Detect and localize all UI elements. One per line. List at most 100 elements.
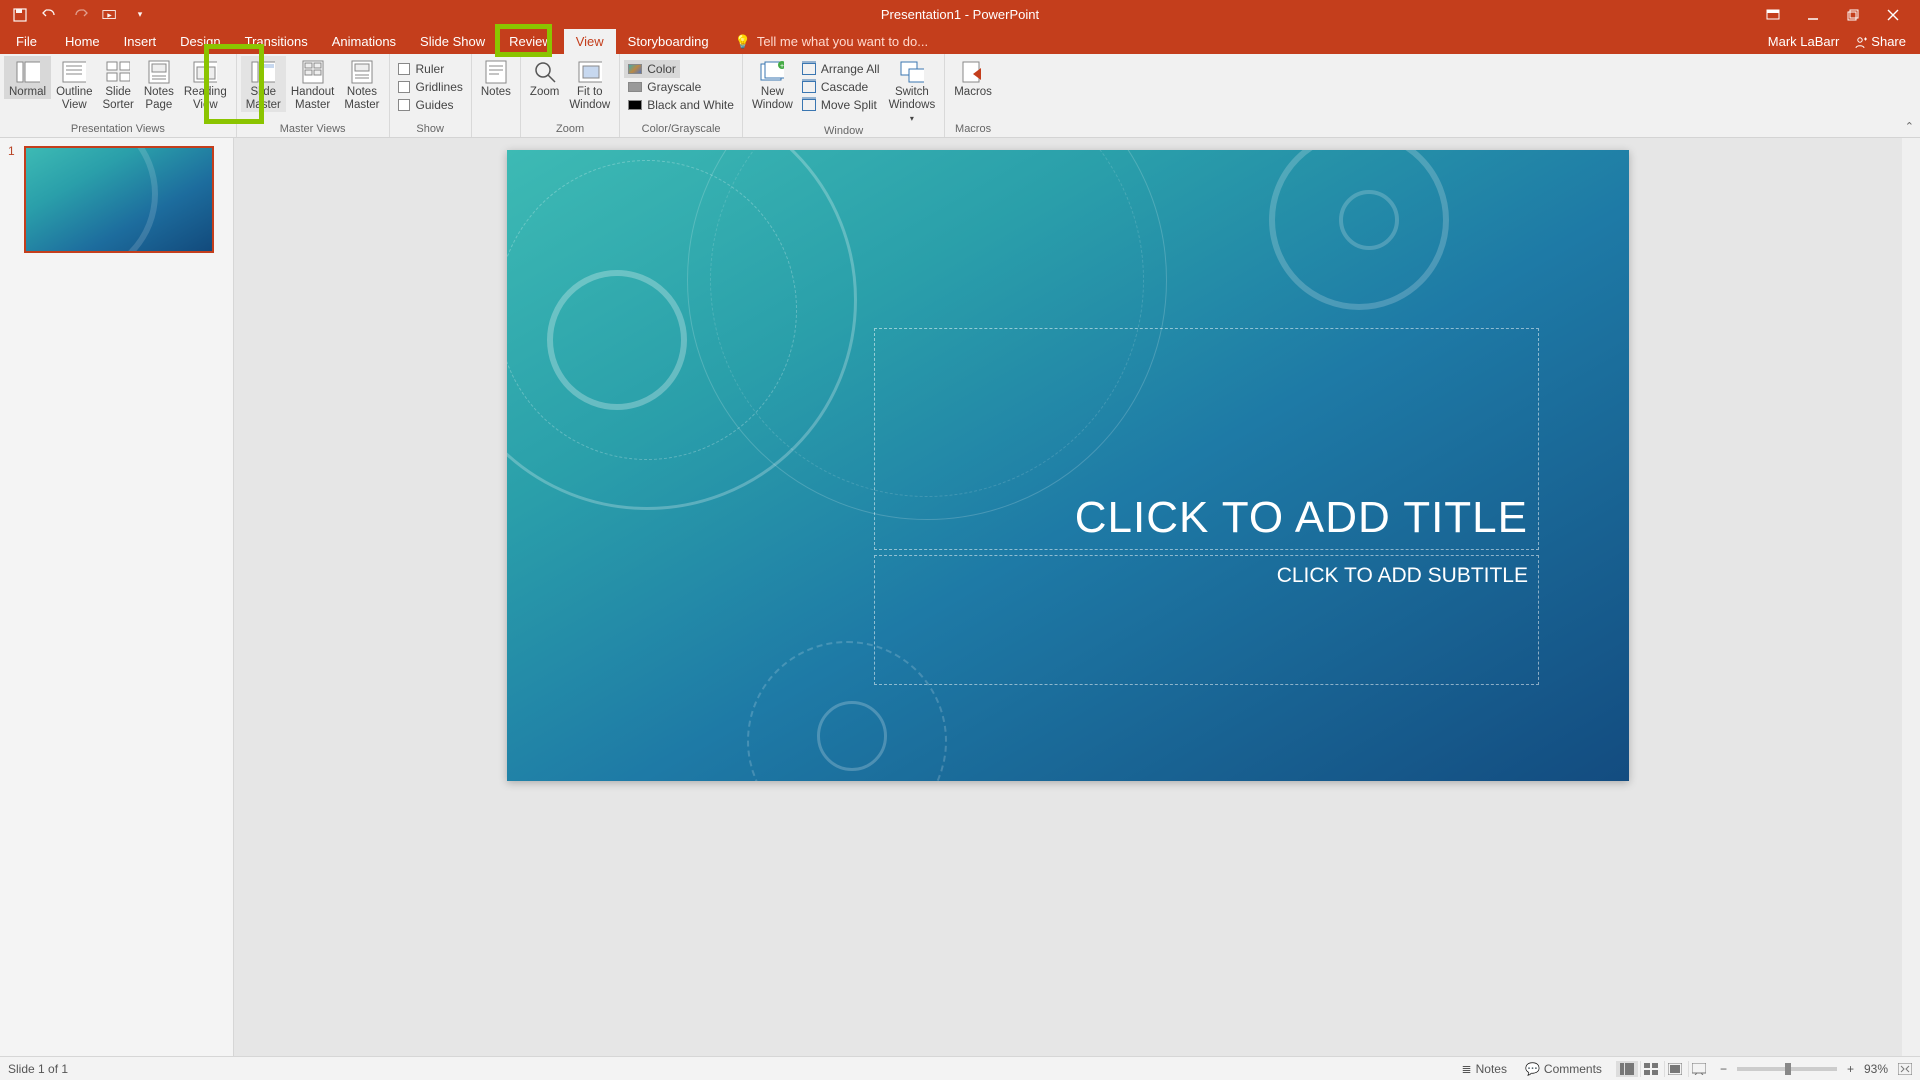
group-label-macros: Macros bbox=[949, 123, 997, 137]
group-label-zoom: Zoom bbox=[525, 123, 615, 137]
minimize-icon[interactable] bbox=[1804, 6, 1822, 24]
checkbox-icon bbox=[398, 81, 410, 93]
cascade-button[interactable]: Cascade bbox=[798, 78, 884, 96]
tab-design[interactable]: Design bbox=[168, 29, 232, 54]
fit-to-window-button[interactable]: Fit to Window bbox=[564, 56, 615, 112]
normal-view-icon bbox=[16, 60, 40, 84]
zoom-in-button[interactable]: + bbox=[1847, 1062, 1854, 1076]
slideshow-status-icon[interactable] bbox=[1688, 1061, 1710, 1077]
redo-icon[interactable] bbox=[72, 7, 88, 23]
normal-view-status-icon[interactable] bbox=[1616, 1061, 1638, 1077]
slide-canvas-area[interactable]: CLICK TO ADD TITLE CLICK TO ADD SUBTITLE bbox=[234, 138, 1902, 1056]
tab-review[interactable]: Review bbox=[497, 29, 564, 54]
tab-slideshow[interactable]: Slide Show bbox=[408, 29, 497, 54]
group-notes: Notes bbox=[472, 54, 521, 137]
slideshow-from-start-icon[interactable] bbox=[102, 7, 118, 23]
ribbon-tabs: File Home Insert Design Transitions Anim… bbox=[0, 29, 1920, 54]
tab-home[interactable]: Home bbox=[53, 29, 112, 54]
subtitle-placeholder-text: CLICK TO ADD SUBTITLE bbox=[1277, 564, 1528, 588]
window-title: Presentation1 - PowerPoint bbox=[881, 7, 1039, 22]
qat-dropdown-icon[interactable]: ▾ bbox=[132, 7, 148, 23]
color-button[interactable]: Color bbox=[624, 60, 680, 78]
tab-view[interactable]: View bbox=[564, 29, 616, 54]
black-white-button[interactable]: Black and White bbox=[624, 96, 738, 114]
close-icon[interactable] bbox=[1884, 6, 1902, 24]
slide-sorter-button[interactable]: Slide Sorter bbox=[98, 56, 139, 112]
title-placeholder-text: CLICK TO ADD TITLE bbox=[1075, 493, 1528, 543]
tab-storyboarding[interactable]: Storyboarding bbox=[616, 29, 721, 54]
group-label-window: Window bbox=[747, 125, 940, 139]
chevron-down-icon: ▾ bbox=[910, 112, 914, 125]
thumbnail-preview bbox=[24, 146, 214, 253]
tell-me-search[interactable]: 💡 Tell me what you want to do... bbox=[735, 29, 928, 54]
tab-animations[interactable]: Animations bbox=[320, 29, 408, 54]
group-label-master-views: Master Views bbox=[241, 123, 385, 137]
normal-view-button[interactable]: Normal bbox=[4, 56, 51, 99]
arrange-all-button[interactable]: Arrange All bbox=[798, 60, 884, 78]
slide-count-status[interactable]: Slide 1 of 1 bbox=[8, 1062, 68, 1076]
checkbox-icon bbox=[398, 63, 410, 75]
reading-view-status-icon[interactable] bbox=[1664, 1061, 1686, 1077]
reading-view-button[interactable]: Reading View bbox=[179, 56, 232, 112]
ruler-checkbox[interactable]: Ruler bbox=[394, 60, 449, 78]
slide-canvas[interactable]: CLICK TO ADD TITLE CLICK TO ADD SUBTITLE bbox=[507, 150, 1629, 781]
color-swatch-icon bbox=[628, 64, 642, 74]
share-button[interactable]: Share bbox=[1853, 34, 1906, 49]
subtitle-placeholder[interactable]: CLICK TO ADD SUBTITLE bbox=[874, 555, 1539, 685]
macros-button[interactable]: Macros bbox=[949, 56, 997, 99]
new-window-button[interactable]: + New Window bbox=[747, 56, 798, 112]
tab-file[interactable]: File bbox=[0, 29, 53, 54]
handout-master-button[interactable]: Handout Master bbox=[286, 56, 339, 112]
zoom-icon bbox=[533, 60, 557, 84]
group-label-color-grayscale: Color/Grayscale bbox=[624, 123, 738, 137]
notes-master-button[interactable]: Notes Master bbox=[339, 56, 384, 112]
slide-sorter-status-icon[interactable] bbox=[1640, 1061, 1662, 1077]
collapse-ribbon-icon[interactable]: ⌃ bbox=[1905, 120, 1914, 133]
gridlines-checkbox[interactable]: Gridlines bbox=[394, 78, 467, 96]
undo-icon[interactable] bbox=[42, 7, 58, 23]
slide-thumbnail-1[interactable]: 1 bbox=[10, 146, 223, 253]
tab-insert[interactable]: Insert bbox=[112, 29, 169, 54]
tell-me-placeholder: Tell me what you want to do... bbox=[757, 34, 928, 49]
zoom-out-button[interactable]: − bbox=[1720, 1062, 1727, 1076]
move-split-button[interactable]: Move Split bbox=[798, 96, 884, 114]
guides-checkbox[interactable]: Guides bbox=[394, 96, 458, 114]
fit-to-window-icon bbox=[578, 60, 602, 84]
slide-thumbnail-pane[interactable]: 1 bbox=[0, 138, 234, 1056]
switch-windows-button[interactable]: Switch Windows▾ bbox=[884, 56, 941, 125]
status-bar: Slide 1 of 1 ≣ Notes 💬 Comments − + 93% bbox=[0, 1056, 1920, 1080]
zoom-button[interactable]: Zoom bbox=[525, 56, 564, 99]
tab-transitions[interactable]: Transitions bbox=[233, 29, 320, 54]
group-label-presentation-views: Presentation Views bbox=[4, 123, 232, 137]
zoom-slider-knob[interactable] bbox=[1785, 1063, 1791, 1075]
group-master-views: Slide Master Handout Master Notes Master… bbox=[237, 54, 390, 137]
notes-page-button[interactable]: Notes Page bbox=[139, 56, 179, 112]
slide-master-button[interactable]: Slide Master bbox=[241, 56, 286, 112]
slide-master-icon bbox=[251, 60, 275, 84]
outline-view-button[interactable]: Outline View bbox=[51, 56, 97, 112]
group-presentation-views: Normal Outline View Slide Sorter Notes P… bbox=[0, 54, 237, 137]
ribbon-display-icon[interactable] bbox=[1764, 6, 1782, 24]
restore-icon[interactable] bbox=[1844, 6, 1862, 24]
window-controls bbox=[1764, 6, 1920, 24]
grayscale-swatch-icon bbox=[628, 82, 642, 92]
decorative-circle bbox=[1339, 190, 1399, 250]
title-placeholder[interactable]: CLICK TO ADD TITLE bbox=[874, 328, 1539, 550]
notes-button[interactable]: Notes bbox=[476, 56, 516, 99]
grayscale-button[interactable]: Grayscale bbox=[624, 78, 705, 96]
zoom-slider[interactable] bbox=[1737, 1067, 1837, 1071]
comments-status-icon: 💬 bbox=[1525, 1062, 1540, 1076]
notes-status-button[interactable]: ≣ Notes bbox=[1458, 1062, 1511, 1076]
new-window-icon: + bbox=[760, 60, 784, 84]
notes-master-icon bbox=[350, 60, 374, 84]
macros-icon bbox=[961, 60, 985, 84]
signed-in-user[interactable]: Mark LaBarr bbox=[1768, 34, 1840, 49]
comments-status-button[interactable]: 💬 Comments bbox=[1521, 1062, 1606, 1076]
zoom-percent[interactable]: 93% bbox=[1864, 1062, 1888, 1076]
bw-swatch-icon bbox=[628, 100, 642, 110]
notes-status-icon: ≣ bbox=[1462, 1062, 1472, 1076]
group-show: Ruler Gridlines Guides Show bbox=[390, 54, 472, 137]
fit-to-window-status-icon[interactable] bbox=[1898, 1063, 1912, 1075]
vertical-scrollbar[interactable] bbox=[1902, 138, 1920, 1056]
save-icon[interactable] bbox=[12, 7, 28, 23]
